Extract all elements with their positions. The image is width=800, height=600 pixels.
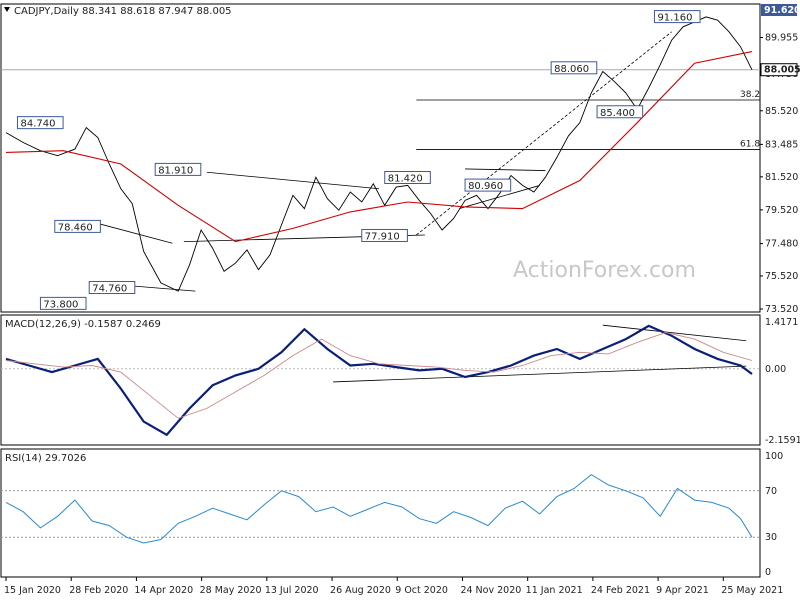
price-label: 84.740 (20, 119, 55, 130)
x-tick-label: 25 May 2021 (721, 585, 783, 596)
price-label: 73.800 (43, 299, 78, 310)
price-label: 81.910 (158, 165, 193, 176)
x-tick-label: 24 Nov 2020 (460, 585, 521, 596)
price-label: 78.460 (58, 222, 93, 233)
price-y-tick: 85.520 (765, 106, 798, 117)
price-y-tick: 83.485 (765, 139, 798, 150)
rsi-y-tick: 30 (765, 532, 777, 543)
macd-y-tick: 1.4171 (765, 317, 798, 328)
macd-title: MACD(12,26,9) -0.1587 0.2469 (5, 319, 161, 330)
price-y-tick: 73.520 (765, 304, 798, 315)
price-label: 74.760 (92, 284, 127, 295)
rsi-title: RSI(14) 29.7026 (5, 453, 86, 464)
price-y-tick: 79.520 (765, 205, 798, 216)
high-value: 91.620 (764, 5, 800, 16)
x-tick-label: 11 Jan 2021 (526, 585, 583, 596)
x-tick-label: 15 Jan 2020 (4, 585, 61, 596)
x-tick-label: 9 Apr 2021 (656, 585, 709, 596)
price-y-tick: 77.480 (765, 239, 798, 250)
price-label: 91.160 (657, 13, 692, 24)
price-y-tick: 81.520 (765, 172, 798, 183)
rsi-y-tick: 0 (765, 567, 771, 578)
price-y-tick: 75.520 (765, 271, 798, 282)
price-label: 77.910 (365, 231, 400, 242)
fib-label: 61.8 (740, 139, 760, 149)
price-y-tick: 89.955 (765, 33, 798, 44)
chart: ActionForex.com CADJPY,Daily 88.341 88.6… (0, 3, 800, 596)
x-tick-label: 24 Feb 2021 (591, 585, 650, 596)
rsi-y-tick: 70 (765, 486, 777, 497)
price-header: CADJPY,Daily 88.341 88.618 87.947 88.005 (14, 6, 232, 17)
x-tick-label: 14 Apr 2020 (134, 585, 193, 596)
rsi-panel (0, 448, 761, 578)
fib-label: 38.2 (740, 90, 760, 100)
macd-y-tick: -2.1591 (765, 435, 800, 446)
x-tick-label: 26 Aug 2020 (330, 585, 391, 596)
x-tick-label: 13 Jul 2020 (265, 585, 319, 596)
macd-y-tick: 0.00 (765, 364, 786, 375)
x-tick-label: 28 May 2020 (200, 585, 262, 596)
price-label: 81.420 (388, 173, 423, 184)
price-label: 88.060 (554, 64, 589, 75)
price-label: 80.960 (468, 181, 503, 192)
rsi-y-tick: 100 (765, 451, 783, 462)
price-label: 85.400 (600, 108, 635, 119)
watermark: ActionForex.com (513, 258, 696, 283)
x-tick-label: 28 Feb 2020 (69, 585, 128, 596)
last-price-value: 88.005 (764, 65, 800, 76)
x-tick-label: 9 Oct 2020 (395, 585, 448, 596)
